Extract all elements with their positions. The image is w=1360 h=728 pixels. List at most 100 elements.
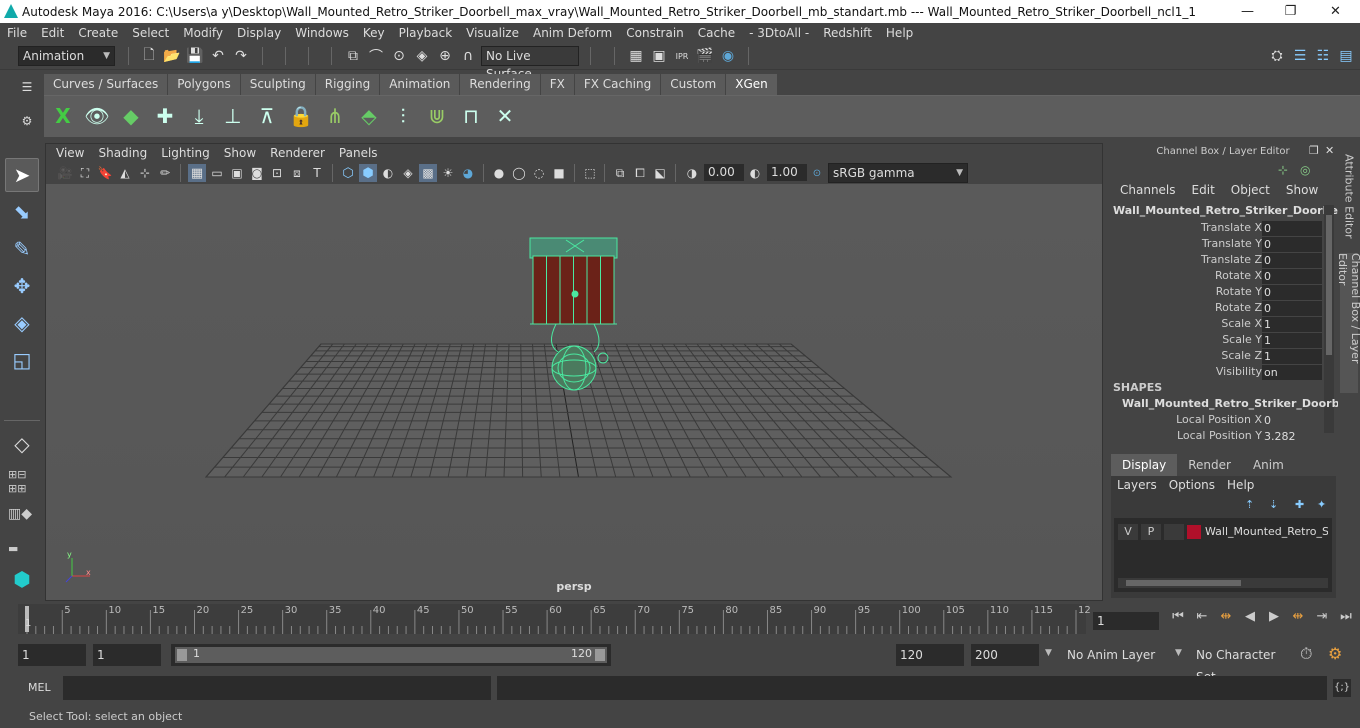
channel-row[interactable]: Rotate Z0 [1106,301,1324,317]
mel-label[interactable]: MEL [28,681,51,694]
gate-mask-icon[interactable]: ◙ [248,164,266,182]
snap-view-icon[interactable]: ◈ [413,47,431,65]
gamma-icon[interactable]: ◐ [746,164,764,182]
live-surface-field[interactable]: No Live Surface [481,46,579,81]
play-forwards-icon[interactable]: ▶ [1264,609,1284,624]
camera-icon[interactable]: 🎥 [56,164,74,182]
object-name[interactable]: Wall_Mounted_Retro_Striker_Doorbell... [1113,204,1358,217]
maximize-button[interactable]: ❐ [1268,0,1313,23]
xray-icon[interactable]: ◕ [459,164,477,182]
color-space-selector[interactable]: sRGB gamma ▼ [828,163,968,183]
menu-file[interactable]: File [0,26,34,40]
new-layer-selected-icon[interactable]: ✦ [1317,498,1326,511]
gear-icon[interactable]: ⚙ [18,112,36,130]
outliner-layout-icon[interactable]: ▥◆ [8,506,36,534]
shelf-tab-rendering[interactable]: Rendering [460,74,541,95]
smooth-shade-icon[interactable]: ⬢ [359,164,377,182]
menu-create[interactable]: Create [71,26,125,40]
wireframe-on-shaded-icon[interactable]: ◐ [379,164,397,182]
channel-row[interactable]: Translate Y0 [1106,237,1324,253]
shelf-tab-xgen[interactable]: XGen [726,74,778,95]
channel-box-axis-icon[interactable]: ⊹ [1278,163,1288,177]
cb-menu-object[interactable]: Object [1223,183,1278,201]
range-start-handle[interactable] [177,649,187,661]
menu-cache[interactable]: Cache [691,26,742,40]
channel-row[interactable]: Translate Z0 [1106,253,1324,269]
character-set-selector[interactable]: No Character Set [1192,644,1296,684]
minimize-button[interactable]: — [1225,0,1270,23]
xgen-groom-icon[interactable]: ⫶ [388,101,418,131]
shelf-tab-rigging[interactable]: Rigging [315,74,381,95]
vp-menu-shading[interactable]: Shading [91,146,154,160]
isolate-select-icon[interactable]: ⬚ [581,164,599,182]
snap-surface-icon[interactable]: ⊕ [436,47,454,65]
vp-menu-renderer[interactable]: Renderer [263,146,332,160]
use-all-lights-icon[interactable]: ▩ [419,164,437,182]
mode-selector[interactable]: Animation ▼ [18,46,115,66]
channel-row[interactable]: Translate X0 [1106,221,1324,237]
anim-end-field[interactable]: 120 [896,644,964,666]
color-management-icon[interactable]: ⊙ [808,164,826,182]
xgen-guide-visibility-icon[interactable]: ⊼ [252,101,282,131]
xgen-grass-icon[interactable]: ⋔ [320,101,350,131]
grid-icon[interactable]: ▦ [188,164,206,182]
xgen-preview-icon[interactable]: 👁 [82,101,112,131]
exposure-field[interactable]: 0.00 [704,164,744,181]
motion-blur-icon[interactable]: ◯ [510,164,528,182]
wireframe-icon[interactable]: ⬡ [339,164,357,182]
xgen-lock-guide-icon[interactable]: 🔒 [286,101,316,131]
field-chart-icon[interactable]: ⊡ [268,164,286,182]
resolution-gate-icon[interactable]: ▣ [228,164,246,182]
layer-tab-display[interactable]: Display [1111,454,1178,476]
textured-icon[interactable]: ◈ [399,164,417,182]
vp-menu-lighting[interactable]: Lighting [154,146,217,160]
step-forward-frame-icon[interactable]: ⇥ [1312,609,1332,624]
single-perspective-layout-icon[interactable]: ◇ [5,427,39,461]
menu-anim-deform[interactable]: Anim Deform [526,26,619,40]
scale-tool-icon[interactable]: ◱ [5,343,39,377]
go-to-end-icon[interactable]: ⏭ [1336,609,1356,624]
layer-hscrollbar[interactable] [1118,578,1328,588]
exposure-icon[interactable]: ◑ [683,164,701,182]
close-button[interactable]: ✕ [1313,0,1358,23]
go-to-start-icon[interactable]: ⏮ [1168,609,1188,624]
gamma-field[interactable]: 1.00 [767,164,807,181]
start-time-field[interactable]: 1 [18,644,86,666]
shape-channel-row[interactable]: Local Position X0 [1106,413,1324,429]
xgen-delete-guide-icon[interactable]: ✕ [490,101,520,131]
channel-box-settings-icon[interactable]: ◎ [1300,163,1310,177]
menu-display[interactable]: Display [230,26,288,40]
anim-start-field[interactable]: 1 [93,644,161,666]
snap-grid-icon[interactable]: ⧉ [344,47,362,65]
play-backwards-icon[interactable]: ◀ [1240,609,1260,624]
channel-row[interactable]: Rotate X0 [1106,269,1324,285]
graph-layout-icon[interactable]: ▬ [8,542,36,556]
image-plane-icon[interactable]: ◭ [116,164,134,182]
layer-menu-options[interactable]: Options [1163,478,1221,492]
layer-row[interactable]: V P Wall_Mounted_Retro_St [1118,524,1328,542]
channel-row[interactable]: Scale X1 [1106,317,1324,333]
script-editor-icon[interactable]: {;} [1333,679,1351,697]
menu-visualize[interactable]: Visualize [459,26,526,40]
xgen-add-guide-icon[interactable]: ✚ [150,101,180,131]
xray-joints-icon[interactable]: ⧉ [611,164,629,182]
render-view-icon[interactable]: ▣ [650,47,668,65]
move-tool-icon[interactable]: ✥ [5,269,39,303]
cb-menu-channels[interactable]: Channels [1112,183,1184,201]
toggle-modeling-toolkit-icon[interactable]: ☰ [1291,47,1309,65]
auto-key-icon[interactable]: ⏱ [1300,644,1312,664]
animation-preferences-icon[interactable]: ⚙ [1328,644,1342,663]
channel-row[interactable]: Visibility on [1106,365,1324,381]
bookmark-icon[interactable]: 🔖 [96,164,114,182]
mel-input[interactable] [63,676,491,700]
shape-channel-row[interactable]: Local Position Y 3.282 [1106,429,1324,445]
xgen-sculpt-icon[interactable]: ⋓ [422,101,452,131]
undo-icon[interactable]: ↶ [209,47,227,65]
move-layer-up-icon[interactable]: ⇡ [1245,498,1254,511]
vp-menu-show[interactable]: Show [217,146,263,160]
anti-alias-icon[interactable]: ◌ [530,164,548,182]
maya-hub-icon[interactable]: ⬢ [5,562,39,596]
layer-menu-layers[interactable]: Layers [1111,478,1163,492]
open-scene-icon[interactable]: 📂 [163,47,181,65]
shadows-icon[interactable]: ☀ [439,164,457,182]
